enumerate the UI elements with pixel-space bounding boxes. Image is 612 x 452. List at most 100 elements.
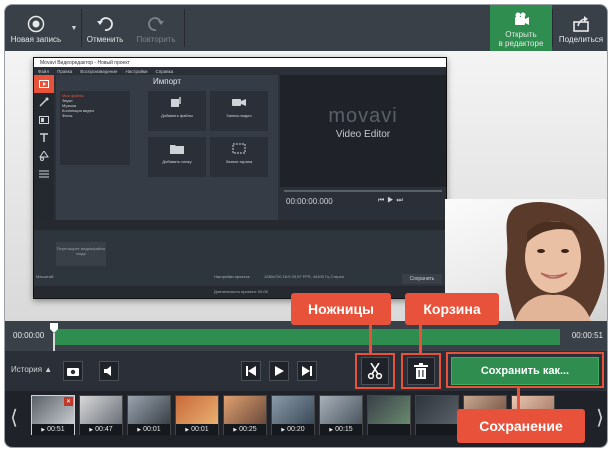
- captured-product-name: Video Editor: [335, 129, 391, 140]
- captured-menu-item: Правка: [57, 68, 73, 74]
- clip-duration: ▶ 00:51: [32, 424, 74, 435]
- captured-import-panel: Импорт Мои файлы Звуки Музыка Коллекция …: [56, 75, 278, 220]
- clip-thumbnail[interactable]: ▶ 00:51 ✕: [31, 395, 75, 435]
- recorded-screen-frame: Movavi Видеоредактор - Новый проект Файл…: [33, 57, 447, 299]
- scroll-right-button[interactable]: ⟩: [593, 397, 607, 437]
- camera-icon: [232, 99, 246, 106]
- camera-icon: [67, 368, 79, 376]
- clip-duration-text: 00:47: [95, 426, 113, 433]
- clip-thumbnail[interactable]: ▶ 00:20: [271, 395, 315, 435]
- new-recording-dropdown[interactable]: ▼: [67, 5, 81, 51]
- clip-duration: ▶ 00:01: [128, 424, 170, 435]
- clip-thumbnail[interactable]: ▶ 00:15: [319, 395, 363, 435]
- volume-button[interactable]: [99, 361, 119, 381]
- snapshot-button[interactable]: [63, 361, 83, 381]
- clip-duration-text: 00:25: [239, 426, 257, 433]
- scroll-left-button[interactable]: ⟨: [7, 397, 21, 437]
- trash-callout: Корзина: [405, 293, 499, 325]
- new-recording-button[interactable]: Новая запись: [5, 5, 67, 51]
- app-window: Новая запись ▼ Отменить Повторить Открыт…: [4, 4, 608, 448]
- trash-highlight: [401, 353, 441, 389]
- captured-menu-bar: Файл Правка Воспроизведение Настройки Сп…: [34, 67, 446, 75]
- timeline-end-time: 00:00:51: [571, 331, 603, 340]
- caret-down-icon: ▼: [70, 24, 78, 32]
- clip-duration-text: 00:01: [191, 426, 209, 433]
- captured-screen-capture-tile: Захват экрана: [210, 137, 268, 177]
- play-icon: ▶: [329, 426, 334, 433]
- captured-brush-icon: [34, 93, 54, 111]
- speaker-icon: [104, 366, 111, 376]
- captured-text-icon: [34, 129, 54, 147]
- undo-button[interactable]: Отменить: [82, 5, 128, 51]
- play-icon: [275, 366, 284, 376]
- clip-duration-text: 00:15: [335, 426, 353, 433]
- captured-progress: [284, 190, 442, 192]
- captured-menu-item: Справка: [155, 68, 174, 74]
- preview-area: Movavi Видеоредактор - Новый проект Файл…: [5, 51, 607, 321]
- clip-thumbnail[interactable]: ▶ 00:01: [127, 395, 171, 435]
- timeline-bar[interactable]: 00:00:00 00:00:51: [5, 321, 607, 351]
- clip-preview-image: [416, 396, 458, 424]
- clip-preview-image: [272, 396, 314, 424]
- music-film-icon: [171, 97, 181, 107]
- playhead-icon[interactable]: [49, 323, 59, 351]
- captured-time: 00:00:00.000: [286, 197, 333, 206]
- captured-tile-label: Запись видео: [226, 113, 252, 118]
- clip-duration-text: 00:51: [47, 426, 65, 433]
- captured-menu-item: Файл: [38, 68, 50, 74]
- captured-import-icon: [34, 75, 54, 93]
- undo-label: Отменить: [86, 34, 124, 44]
- redo-button[interactable]: Повторить: [128, 5, 184, 51]
- play-icon: ▶: [233, 426, 238, 433]
- captured-drop-hint: Перетащите медиафайлы сюда: [56, 242, 106, 266]
- clip-duration: [368, 424, 410, 435]
- history-dropdown[interactable]: История ▲: [11, 365, 52, 374]
- share-button[interactable]: Поделиться: [553, 5, 607, 51]
- captured-playback-icons: ⏮▶⏭: [378, 197, 406, 204]
- clip-thumbnail[interactable]: ▶ 00:47: [79, 395, 123, 435]
- captured-add-files-tile: Добавить файлы: [148, 91, 206, 131]
- clip-preview-image: [128, 396, 170, 424]
- play-button[interactable]: [269, 361, 289, 381]
- captured-menu-icon: [34, 165, 54, 183]
- open-in-editor-button[interactable]: Открыть в редакторе: [490, 5, 552, 51]
- clip-duration-text: 00:01: [143, 426, 161, 433]
- captured-project-settings-value: 1280x720 16:9 29.97 FPS, 44100 Гц Стерео: [264, 274, 345, 279]
- clip-thumbnail[interactable]: ▶ 00:01: [175, 395, 219, 435]
- captured-tile-label: Добавить папку: [162, 159, 192, 164]
- captured-save-button: Сохранить: [402, 274, 442, 284]
- new-recording-label: Новая запись: [10, 34, 62, 44]
- captured-tile-label: Добавить файлы: [161, 113, 193, 118]
- captured-timeline: Перетащите медиафайлы сюда Масштаб: Наст…: [34, 220, 446, 298]
- scissors-callout: Ножницы: [291, 293, 391, 325]
- skip-back-icon: [246, 366, 256, 376]
- clip-duration-text: 00:20: [287, 426, 305, 433]
- clip-duration: ▶ 00:01: [176, 424, 218, 435]
- clip-duration: ▶ 00:25: [224, 424, 266, 435]
- play-icon: ▶: [185, 426, 190, 433]
- captured-file-list: Мои файлы Звуки Музыка Коллекция видео Ф…: [60, 91, 130, 165]
- previous-frame-button[interactable]: [241, 361, 261, 381]
- captured-menu-item: Воспроизведение: [80, 68, 118, 74]
- record-icon: [27, 15, 45, 32]
- undo-icon: [97, 16, 113, 31]
- play-icon: ▶: [281, 426, 286, 433]
- folder-icon: [170, 144, 184, 154]
- captured-list-item: Фоны: [62, 113, 73, 118]
- timeline-track[interactable]: [55, 329, 560, 345]
- timeline-start-time: 00:00:00: [13, 331, 45, 340]
- clip-thumbnail[interactable]: [367, 395, 411, 435]
- clip-thumbnail[interactable]: [415, 395, 459, 435]
- clip-thumbnail[interactable]: ▶ 00:25: [223, 395, 267, 435]
- close-icon[interactable]: ✕: [64, 397, 73, 406]
- captured-tile-label: Захват экрана: [225, 159, 253, 164]
- play-icon: ▶: [137, 426, 142, 433]
- captured-timeline-toolbar: [34, 220, 446, 230]
- redo-icon: [148, 16, 164, 31]
- captured-logo: movavi: [328, 105, 398, 127]
- captured-window-title: Movavi Видеоредактор - Новый проект: [34, 58, 446, 67]
- toolbar: Новая запись ▼ Отменить Повторить Открыт…: [5, 5, 607, 51]
- next-frame-button[interactable]: [297, 361, 317, 381]
- captured-shapes-icon: [34, 147, 54, 165]
- skip-forward-icon: [302, 366, 312, 376]
